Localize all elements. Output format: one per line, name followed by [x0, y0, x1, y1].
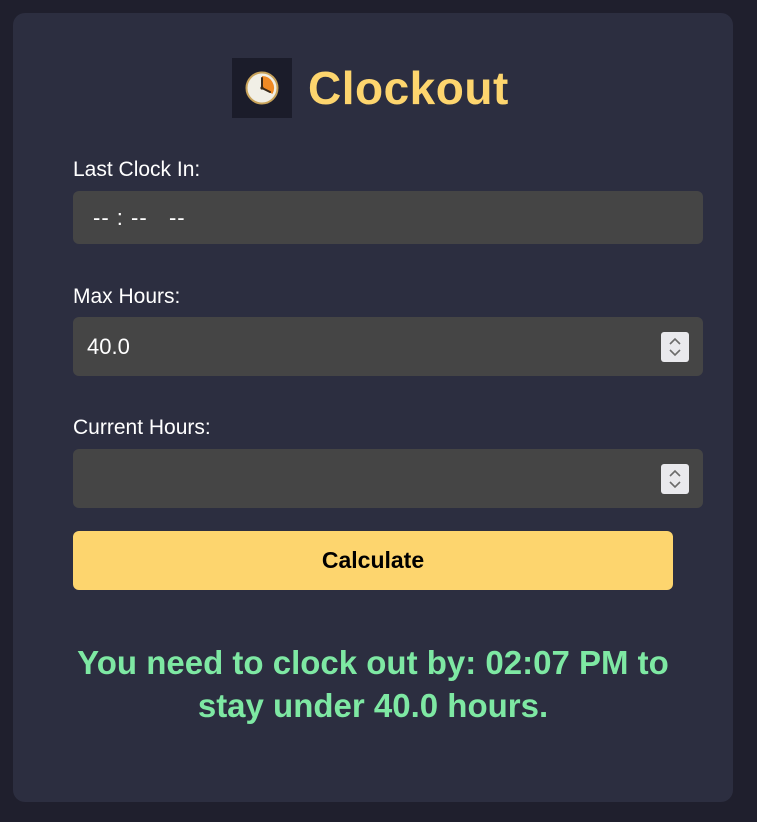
max-hours-stepper[interactable] — [661, 331, 689, 362]
app-header: Clockout — [232, 57, 509, 119]
clock-icon — [232, 58, 292, 118]
current-hours-stepper[interactable] — [661, 463, 689, 494]
last-clock-in-time-input[interactable]: -- : -- -- — [73, 191, 703, 244]
result-message: You need to clock out by: 02:07 PM to st… — [77, 644, 669, 724]
clockout-card: Clockout Last Clock In: -- : -- -- Max H… — [13, 13, 733, 802]
max-hours-input[interactable]: 40.0 — [73, 317, 703, 376]
stepper-arrows-icon — [669, 469, 681, 488]
calculate-button[interactable]: Calculate — [73, 531, 673, 590]
current-hours-input[interactable] — [73, 449, 703, 508]
stepper-arrows-icon — [669, 337, 681, 356]
max-hours-label: Max Hours: — [73, 285, 181, 308]
max-hours-value: 40.0 — [87, 333, 130, 359]
app-title: Clockout — [308, 62, 509, 114]
last-clock-in-value: -- : -- -- — [93, 204, 186, 230]
last-clock-in-label: Last Clock In: — [73, 158, 201, 181]
current-hours-label: Current Hours: — [73, 416, 211, 439]
